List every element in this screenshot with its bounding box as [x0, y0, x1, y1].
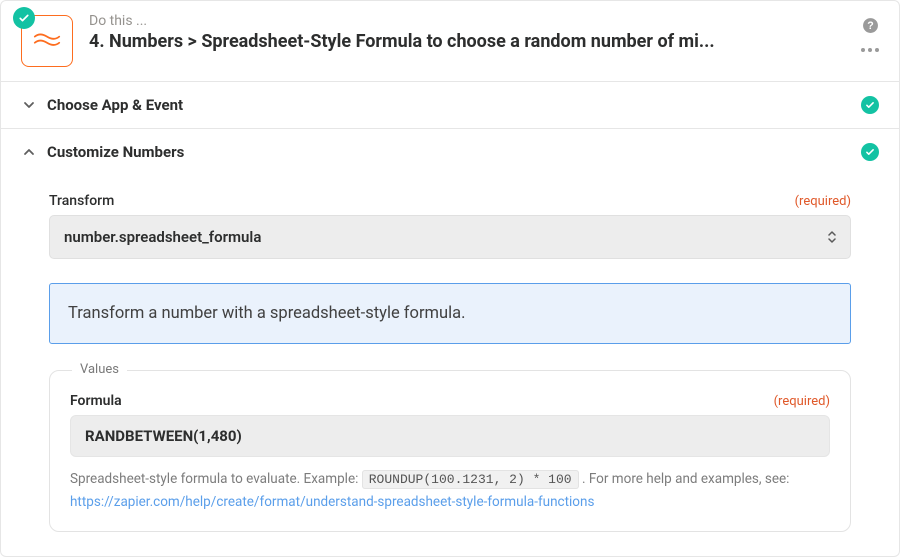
chevron-up-icon [21, 144, 37, 160]
chevron-down-icon [21, 97, 37, 113]
section-customize-numbers[interactable]: Customize Numbers [1, 129, 899, 175]
step-kicker: Do this ... [89, 13, 849, 29]
formula-input[interactable]: RANDBETWEEN(1,480) [70, 415, 830, 457]
help-icon[interactable]: ? [862, 17, 879, 38]
customize-body: Transform (required) number.spreadsheet_… [1, 175, 899, 556]
status-check-icon [861, 96, 879, 114]
more-menu-icon[interactable] [861, 48, 879, 52]
transform-label: Transform [49, 193, 114, 209]
status-check-icon [13, 7, 35, 29]
transform-value: number.spreadsheet_formula [64, 228, 261, 246]
formula-help-link[interactable]: https://zapier.com/help/create/format/un… [70, 492, 594, 513]
section-choose-app-event[interactable]: Choose App & Event [1, 82, 899, 129]
formula-value: RANDBETWEEN(1,480) [85, 427, 242, 445]
transform-required: (required) [795, 194, 851, 209]
formula-label: Formula [70, 393, 122, 409]
formula-helper-text: Spreadsheet-style formula to evaluate. E… [70, 469, 830, 513]
svg-text:?: ? [867, 20, 873, 32]
transform-select[interactable]: number.spreadsheet_formula [49, 215, 851, 259]
values-fieldset: Values Formula (required) RANDBETWEEN(1,… [49, 370, 851, 532]
step-header: Do this ... 4. Numbers > Spreadsheet-Sty… [1, 1, 899, 82]
formula-required: (required) [774, 394, 830, 409]
section-customize-title: Customize Numbers [47, 143, 861, 161]
values-legend: Values [72, 362, 127, 377]
status-check-icon [861, 143, 879, 161]
section-choose-title: Choose App & Event [47, 96, 861, 114]
select-arrows-icon [828, 230, 836, 244]
transform-description-banner: Transform a number with a spreadsheet-st… [49, 283, 851, 344]
step-title: 4. Numbers > Spreadsheet-Style Formula t… [89, 31, 849, 52]
formula-example-code: ROUNDUP(100.1231, 2) * 100 [362, 470, 579, 489]
step-card: Do this ... 4. Numbers > Spreadsheet-Sty… [0, 0, 900, 557]
